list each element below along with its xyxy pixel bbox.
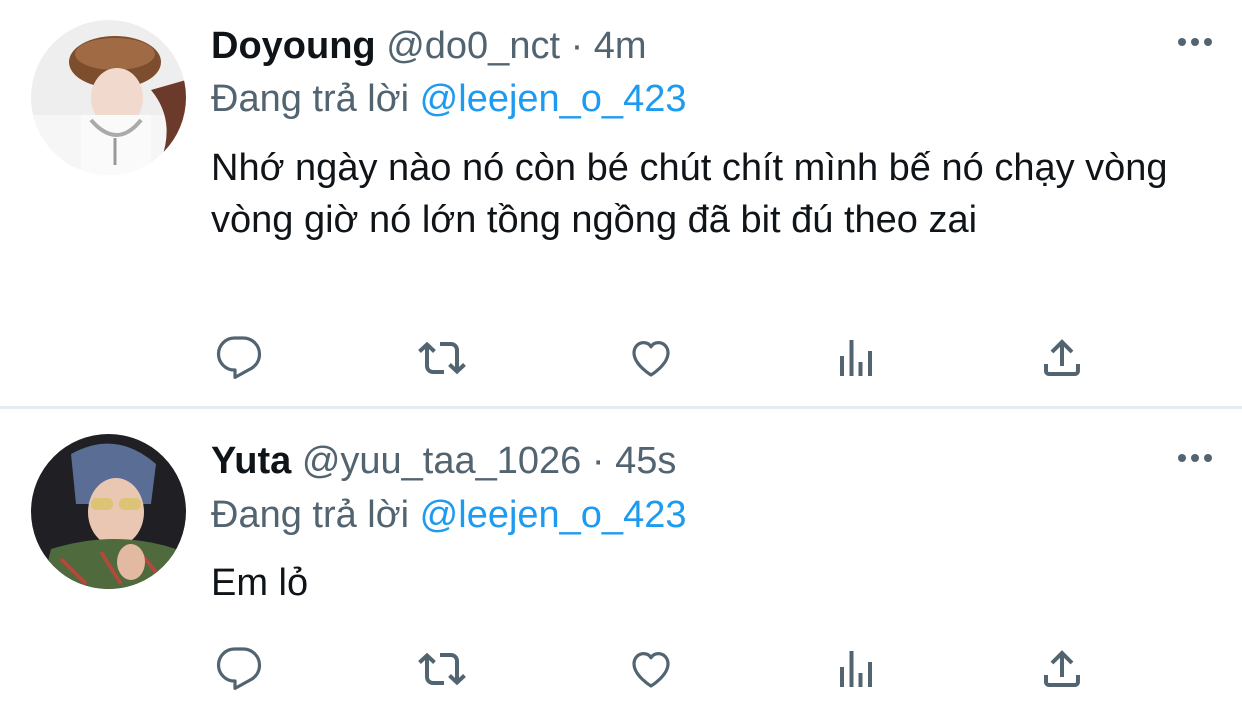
- like-button[interactable]: [623, 641, 679, 697]
- reply-icon: [216, 336, 262, 379]
- timestamp[interactable]: 4m: [594, 25, 647, 67]
- share-icon: [1044, 339, 1080, 376]
- timestamp[interactable]: 45s: [615, 440, 676, 482]
- tweet[interactable]: Yuta @yuu_taa_1026 · 45s Đang trả lời @l…: [0, 409, 1242, 717]
- tweet-text: Em lỏ: [211, 562, 309, 604]
- like-icon: [632, 652, 670, 688]
- more-icon[interactable]: [1178, 38, 1212, 46]
- mention-link[interactable]: @leejen_o_423: [420, 494, 687, 536]
- avatar[interactable]: [31, 434, 186, 589]
- tweet[interactable]: Doyoung @do0_nct · 4m Đang trả lời @leej…: [0, 0, 1242, 407]
- tweet-header: Doyoung @do0_nct · 4m: [211, 22, 647, 70]
- share-button[interactable]: [1034, 641, 1090, 697]
- author-handle[interactable]: @do0_nct: [386, 25, 560, 67]
- retweet-icon: [418, 652, 466, 686]
- stats-button[interactable]: [828, 330, 884, 386]
- reply-button[interactable]: [211, 641, 267, 697]
- share-button[interactable]: [1034, 330, 1090, 386]
- separator: ·: [591, 440, 605, 482]
- reply-button[interactable]: [211, 330, 267, 386]
- retweet-icon: [418, 341, 466, 375]
- author-name[interactable]: Doyoung: [211, 25, 376, 67]
- stats-icon: [840, 340, 872, 376]
- reply-icon: [216, 647, 262, 690]
- retweet-button[interactable]: [414, 641, 470, 697]
- tweet-header: Yuta @yuu_taa_1026 · 45s: [211, 437, 676, 485]
- retweet-button[interactable]: [414, 330, 470, 386]
- like-icon: [632, 341, 670, 377]
- share-icon: [1044, 650, 1080, 687]
- tweet-text: Nhớ ngày nào nó còn bé chút chít mình bế…: [211, 147, 1168, 241]
- separator: ·: [570, 25, 584, 67]
- replying-to-label: Đang trả lời: [211, 494, 420, 536]
- mention-link[interactable]: @leejen_o_423: [420, 78, 687, 120]
- stats-icon: [840, 651, 872, 687]
- action-bar: [211, 330, 1091, 390]
- replying-to: Đang trả lời @leejen_o_423: [211, 75, 686, 123]
- replying-to-label: Đang trả lời: [211, 78, 420, 120]
- like-button[interactable]: [623, 330, 679, 386]
- author-handle[interactable]: @yuu_taa_1026: [302, 440, 581, 482]
- stats-button[interactable]: [828, 641, 884, 697]
- more-icon[interactable]: [1178, 454, 1212, 462]
- replying-to: Đang trả lời @leejen_o_423: [211, 491, 686, 539]
- author-name[interactable]: Yuta: [211, 440, 291, 482]
- action-bar: [211, 641, 1091, 701]
- avatar[interactable]: [31, 20, 186, 175]
